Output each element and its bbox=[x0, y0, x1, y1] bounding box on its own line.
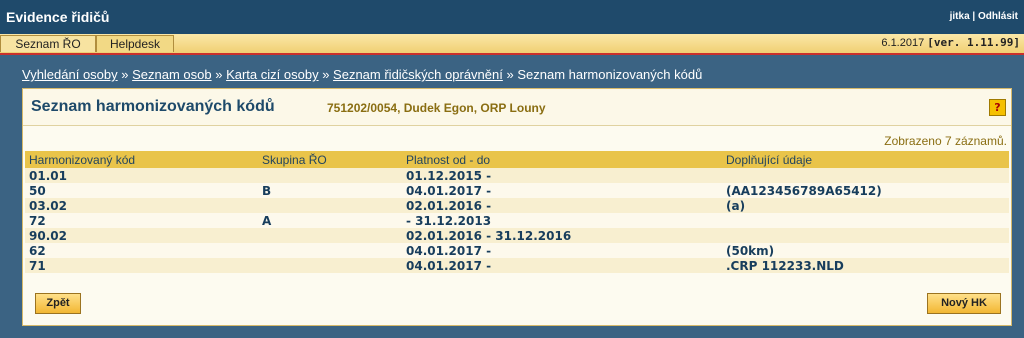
date-label: 6.1.2017 bbox=[881, 37, 925, 49]
version-info: 6.1.2017 [ver. 1.11.99] bbox=[881, 36, 1020, 49]
cell-group: B bbox=[258, 183, 402, 198]
breadcrumb-link-opravneni[interactable]: Seznam řidičských oprávnění bbox=[333, 67, 503, 82]
codes-table: Harmonizovaný kód Skupina ŘO Platnost od… bbox=[25, 151, 1009, 273]
table-row[interactable]: 71 04.01.2017 - .CRP 112233.NLD bbox=[25, 258, 1009, 273]
cell-code: 01.01 bbox=[25, 168, 258, 183]
cell-code: 62 bbox=[25, 243, 258, 258]
cell-group bbox=[258, 258, 402, 273]
record-count: Zobrazeno 7 záznamů. bbox=[884, 134, 1007, 148]
table-row[interactable]: 50 B 04.01.2017 - (AA123456789A65412) bbox=[25, 183, 1009, 198]
person-info: 751202/0054, Dudek Egon, ORP Louny bbox=[327, 101, 546, 115]
cell-validity: 02.01.2016 - 31.12.2016 bbox=[402, 228, 722, 243]
tab-seznam-ro[interactable]: Seznam ŘO bbox=[0, 35, 96, 52]
cell-details: .CRP 112233.NLD bbox=[722, 258, 1009, 273]
cell-validity: 04.01.2017 - bbox=[402, 183, 722, 198]
cell-group: A bbox=[258, 213, 402, 228]
cell-group bbox=[258, 243, 402, 258]
table-row[interactable]: 72 A - 31.12.2013 bbox=[25, 213, 1009, 228]
cell-code: 50 bbox=[25, 183, 258, 198]
cell-validity: 04.01.2017 - bbox=[402, 258, 722, 273]
page-title: Seznam harmonizovaných kódů bbox=[31, 98, 275, 115]
cell-group bbox=[258, 168, 402, 183]
version-label: [ver. 1.11.99] bbox=[927, 36, 1020, 49]
breadcrumb-link-karta[interactable]: Karta cizí osoby bbox=[226, 67, 319, 82]
cell-validity: 02.01.2016 - bbox=[402, 198, 722, 213]
cell-details: (a) bbox=[722, 198, 1009, 213]
breadcrumb-link-seznam-osob[interactable]: Seznam osob bbox=[132, 67, 212, 82]
table-row[interactable]: 01.01 01.12.2015 - bbox=[25, 168, 1009, 183]
column-header-code: Harmonizovaný kód bbox=[25, 151, 258, 168]
menu-bar: Seznam ŘO Helpdesk 6.1.2017 [ver. 1.11.9… bbox=[0, 34, 1024, 55]
panel-header: Seznam harmonizovaných kódů 751202/0054,… bbox=[23, 89, 1011, 126]
cell-details bbox=[722, 168, 1009, 183]
cell-code: 72 bbox=[25, 213, 258, 228]
cell-details bbox=[722, 213, 1009, 228]
breadcrumb: Vyhledání osoby » Seznam osob » Karta ci… bbox=[22, 67, 703, 82]
table-row[interactable]: 03.02 02.01.2016 - (a) bbox=[25, 198, 1009, 213]
cell-validity: 01.12.2015 - bbox=[402, 168, 722, 183]
table-row[interactable]: 90.02 02.01.2016 - 31.12.2016 bbox=[25, 228, 1009, 243]
cell-code: 03.02 bbox=[25, 198, 258, 213]
table-header-row: Harmonizovaný kód Skupina ŘO Platnost od… bbox=[25, 151, 1009, 168]
column-header-group: Skupina ŘO bbox=[258, 151, 402, 168]
cell-validity: - 31.12.2013 bbox=[402, 213, 722, 228]
cell-validity: 04.01.2017 - bbox=[402, 243, 722, 258]
new-code-button[interactable]: Nový HK bbox=[927, 293, 1001, 314]
cell-details bbox=[722, 228, 1009, 243]
cell-code: 71 bbox=[25, 258, 258, 273]
breadcrumb-current: Seznam harmonizovaných kódů bbox=[517, 67, 703, 82]
tab-helpdesk[interactable]: Helpdesk bbox=[96, 35, 174, 52]
back-button[interactable]: Zpět bbox=[35, 293, 81, 314]
cell-group bbox=[258, 228, 402, 243]
column-header-validity: Platnost od - do bbox=[402, 151, 722, 168]
app-title: Evidence řidičů bbox=[6, 9, 110, 25]
cell-group bbox=[258, 198, 402, 213]
column-header-details: Doplňující údaje bbox=[722, 151, 1009, 168]
help-icon[interactable]: ? bbox=[989, 99, 1006, 116]
top-bar: Evidence řidičů jitka | Odhlásit bbox=[0, 0, 1024, 35]
breadcrumb-link-vyhledani[interactable]: Vyhledání osoby bbox=[22, 67, 118, 82]
user-logout[interactable]: jitka | Odhlásit bbox=[950, 11, 1018, 22]
cell-details: (AA123456789A65412) bbox=[722, 183, 1009, 198]
cell-code: 90.02 bbox=[25, 228, 258, 243]
codes-panel: Seznam harmonizovaných kódů 751202/0054,… bbox=[22, 88, 1012, 326]
table-row[interactable]: 62 04.01.2017 - (50km) bbox=[25, 243, 1009, 258]
cell-details: (50km) bbox=[722, 243, 1009, 258]
